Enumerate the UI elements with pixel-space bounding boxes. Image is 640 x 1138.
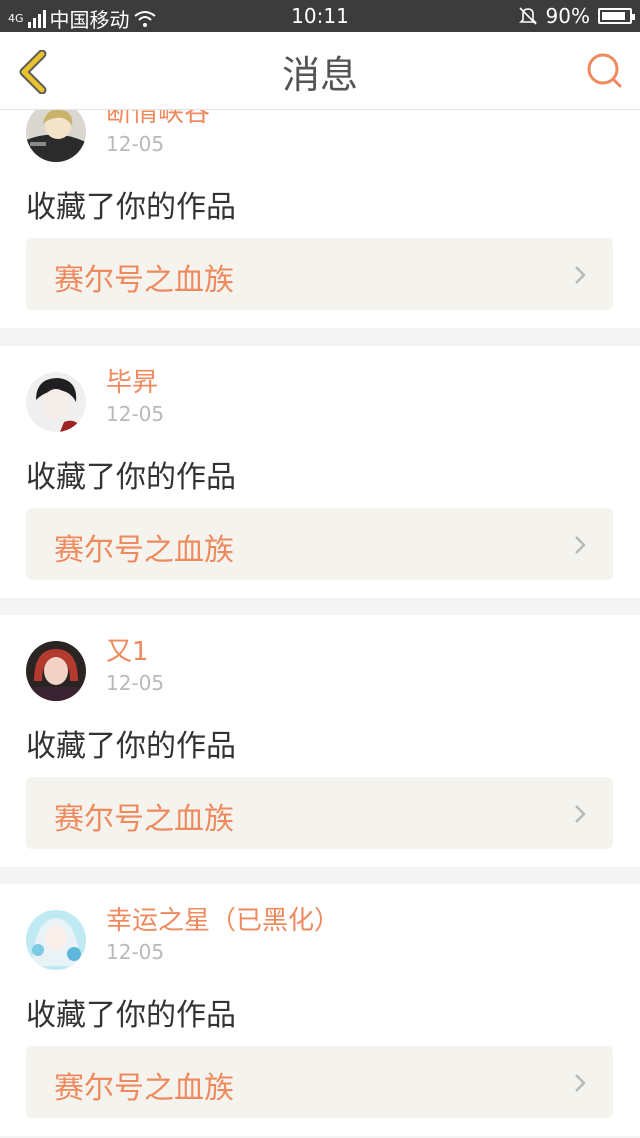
chevron-right-icon (575, 266, 586, 284)
work-link[interactable]: 赛尔号之血族 (26, 238, 613, 310)
message-card: 又1 12-05 收藏了你的作品 赛尔号之血族 (0, 615, 640, 867)
search-icon[interactable] (584, 50, 624, 90)
work-title: 赛尔号之血族 (54, 263, 234, 298)
work-link[interactable]: 赛尔号之血族 (26, 1046, 613, 1118)
message-list: 断情峡谷 12-05 收藏了你的作品 赛尔号之血族 毕昇 12-05 收藏了你的… (0, 109, 640, 1138)
bell-muted-icon (518, 7, 537, 25)
avatar[interactable] (26, 641, 86, 701)
status-bar: 4G 中国移动 10:11 90% (0, 0, 640, 32)
work-title: 赛尔号之血族 (54, 1071, 234, 1106)
chevron-right-icon (575, 805, 586, 823)
avatar[interactable] (26, 372, 86, 432)
message-action: 收藏了你的作品 (26, 729, 236, 764)
battery-level (602, 12, 625, 20)
avatar[interactable] (26, 910, 86, 970)
username[interactable]: 断情峡谷 (106, 109, 210, 129)
message-card: 断情峡谷 12-05 收藏了你的作品 赛尔号之血族 (0, 109, 640, 328)
battery-percent: 90% (545, 4, 590, 28)
chevron-right-icon (575, 1074, 586, 1092)
page-title: 消息 (281, 53, 358, 97)
username[interactable]: 毕昇 (106, 362, 158, 399)
work-title: 赛尔号之血族 (54, 802, 234, 837)
message-card: 毕昇 12-05 收藏了你的作品 赛尔号之血族 (0, 346, 640, 598)
work-title: 赛尔号之血族 (54, 533, 234, 568)
nav-bar: 消息 (0, 32, 640, 110)
message-action: 收藏了你的作品 (26, 460, 236, 495)
chevron-right-icon (575, 536, 586, 554)
message-date: 12-05 (106, 402, 165, 426)
message-action: 收藏了你的作品 (26, 998, 236, 1033)
avatar[interactable] (26, 109, 86, 162)
username[interactable]: 幸运之星（已黑化） (106, 900, 340, 937)
message-date: 12-05 (106, 940, 165, 964)
username[interactable]: 又1 (106, 631, 149, 668)
battery-icon (598, 8, 635, 24)
message-card: 幸运之星（已黑化） 12-05 收藏了你的作品 赛尔号之血族 (0, 884, 640, 1136)
work-link[interactable]: 赛尔号之血族 (26, 777, 613, 849)
message-action: 收藏了你的作品 (26, 190, 236, 225)
work-link[interactable]: 赛尔号之血族 (26, 508, 613, 580)
message-date: 12-05 (106, 671, 165, 695)
message-date: 12-05 (106, 132, 165, 156)
status-right: 90% (518, 4, 635, 28)
